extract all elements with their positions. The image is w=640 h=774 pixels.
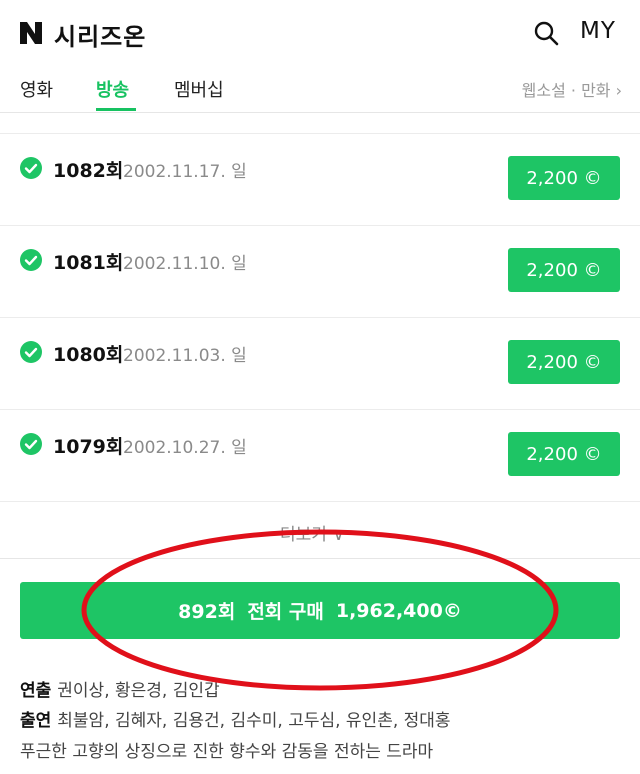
episode-price-button[interactable]: 2,200 © — [508, 156, 620, 200]
cast-line: 출연 최불암, 김혜자, 김용건, 김수미, 고두심, 유인촌, 정대홍 — [20, 706, 451, 731]
more-button[interactable]: 더보기 ∨ — [280, 520, 345, 545]
episode-number: 1079회 — [53, 436, 124, 458]
webnovel-comic-link[interactable]: 웹소설 · 만화 › — [522, 77, 622, 101]
cast-value: 최불암, 김혜자, 김용건, 김수미, 고두심, 유인촌, 정대홍 — [57, 711, 451, 731]
purchase-price: 1,962,400© — [335, 599, 462, 622]
episode-row[interactable]: 1082회 2002.11.17. 일 2,200 © — [0, 134, 640, 226]
my-page-link[interactable]: MY — [580, 18, 616, 44]
episode-row[interactable]: 1079회 2002.10.27. 일 2,200 © — [0, 410, 640, 502]
search-icon[interactable] — [533, 20, 559, 46]
tab-movie[interactable]: 영화 — [20, 76, 53, 102]
episode-number: 1082회 — [53, 160, 124, 182]
purchase-label: 전회 구매 — [247, 601, 324, 623]
check-circle-icon — [20, 433, 42, 455]
episode-date: 2002.11.17. 일 — [123, 162, 247, 182]
purchase-count: 892회 — [178, 601, 236, 623]
episode-row[interactable]: 1081회 2002.11.10. 일 2,200 © — [0, 226, 640, 318]
purchase-all-button[interactable]: 892회 전회 구매 1,962,400© — [20, 582, 620, 639]
cast-label: 출연 — [20, 711, 52, 731]
app-title[interactable]: 시리즈온 — [54, 17, 146, 52]
episode-number: 1081회 — [53, 252, 124, 274]
app-header: 시리즈온 MY — [0, 0, 640, 66]
episode-date: 2002.11.03. 일 — [123, 346, 247, 366]
active-tab-indicator — [96, 108, 136, 111]
episode-row[interactable]: 1080회 2002.11.03. 일 2,200 © — [0, 318, 640, 410]
check-circle-icon — [20, 157, 42, 179]
episode-price-button[interactable]: 2,200 © — [508, 432, 620, 476]
more-bar: 더보기 ∨ — [0, 500, 640, 559]
description: 푸근한 고향의 상징으로 진한 향수와 감동을 전하는 드라마 — [20, 742, 434, 762]
episode-date: 2002.11.10. 일 — [123, 254, 247, 274]
naver-logo-icon[interactable] — [18, 20, 44, 46]
director-line: 연출 권이상, 황은경, 김인갑 — [20, 676, 220, 701]
check-circle-icon — [20, 341, 42, 363]
category-tabs: 영화 방송 멤버십 웹소설 · 만화 › — [0, 66, 640, 113]
tab-broadcast[interactable]: 방송 — [96, 76, 129, 102]
director-value: 권이상, 황은경, 김인갑 — [57, 681, 220, 701]
episode-price-button[interactable]: 2,200 © — [508, 248, 620, 292]
episode-date: 2002.10.27. 일 — [123, 438, 247, 458]
episode-price-button[interactable]: 2,200 © — [508, 340, 620, 384]
director-label: 연출 — [20, 681, 52, 701]
check-circle-icon — [20, 249, 42, 271]
episode-number: 1080회 — [53, 344, 124, 366]
tab-membership[interactable]: 멤버십 — [174, 76, 224, 102]
